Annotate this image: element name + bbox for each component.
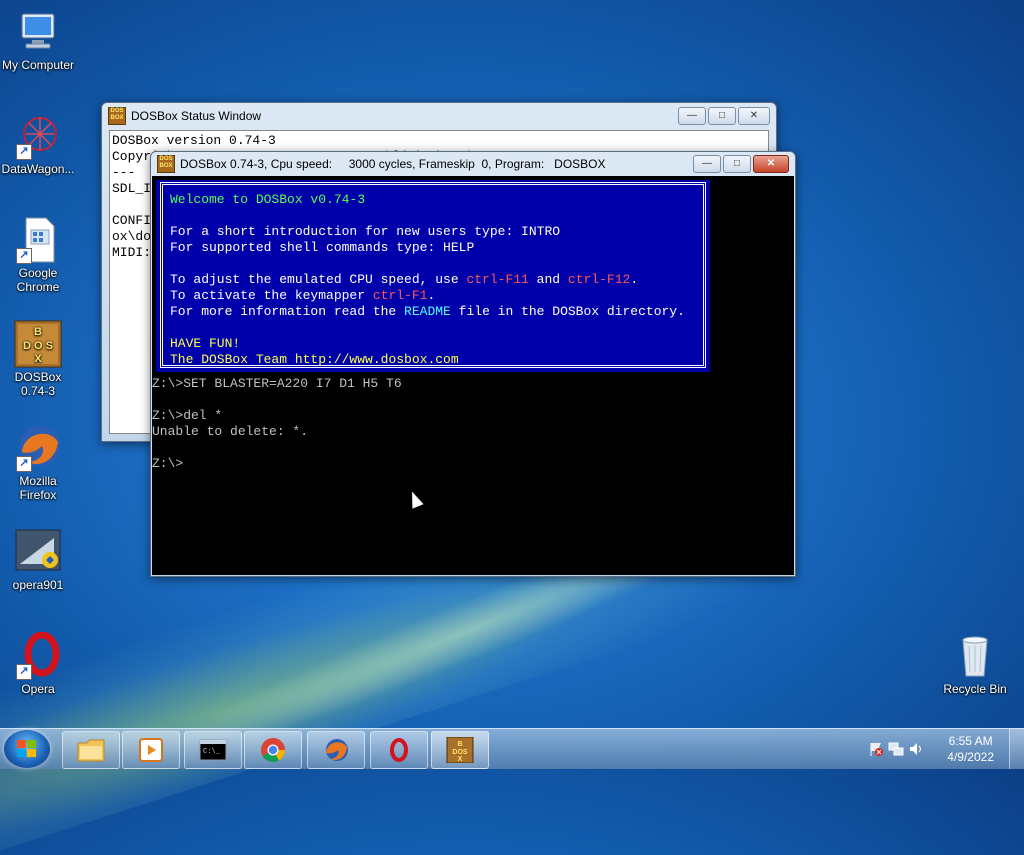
taskbar-explorer-button[interactable] bbox=[62, 731, 120, 769]
taskbar-opera-button[interactable] bbox=[370, 731, 428, 769]
window-title: DOSBox Status Window bbox=[131, 109, 262, 123]
taskbar-dosbox-button[interactable]: B DOS X bbox=[431, 731, 489, 769]
desktop-icon-label: Google Chrome bbox=[16, 266, 60, 294]
minimize-button[interactable]: — bbox=[678, 107, 706, 125]
maximize-button[interactable]: □ bbox=[708, 107, 736, 125]
desktop-icon-label: My Computer bbox=[1, 58, 75, 72]
svg-text:DOS: DOS bbox=[452, 749, 468, 756]
volume-icon[interactable] bbox=[908, 741, 924, 757]
svg-text:C:\_: C:\_ bbox=[203, 748, 221, 756]
desktop-icon-label: Mozilla Firefox bbox=[19, 474, 57, 502]
maximize-button[interactable]: □ bbox=[723, 154, 751, 173]
taskbar: C:\_ B DOS X 6:55 AM 4/9/2022 bbox=[0, 728, 1024, 769]
opera-icon: ↗ bbox=[14, 631, 62, 680]
desktop-icon-recycle-bin[interactable]: Recycle Bin bbox=[937, 632, 1013, 696]
shortcut-arrow-icon: ↗ bbox=[16, 664, 32, 680]
document-icon: ↗ bbox=[14, 216, 62, 264]
svg-text:X: X bbox=[458, 756, 463, 763]
shortcut-arrow-icon: ↗ bbox=[16, 144, 32, 160]
desktop-icon-opera901[interactable]: opera901 bbox=[0, 528, 76, 592]
status-window-titlebar[interactable]: DOS BOX DOSBox Status Window — □ ✕ bbox=[102, 103, 776, 129]
desktop-icon-my-computer[interactable]: My Computer bbox=[0, 8, 76, 72]
windows-logo-icon bbox=[17, 740, 37, 758]
datawagon-icon: ↗ bbox=[14, 112, 62, 160]
firefox-icon bbox=[322, 737, 350, 763]
desktop-icon-opera[interactable]: ↗ Opera bbox=[0, 631, 76, 696]
clock[interactable]: 6:55 AM 4/9/2022 bbox=[947, 733, 994, 765]
taskbar-media-player-button[interactable] bbox=[122, 731, 180, 769]
taskbar-chrome-button[interactable] bbox=[244, 731, 302, 769]
taskbar-firefox-button[interactable] bbox=[307, 731, 365, 769]
chrome-icon bbox=[259, 737, 287, 763]
shortcut-arrow-icon: ↗ bbox=[16, 456, 32, 472]
svg-text:B: B bbox=[34, 326, 42, 338]
clock-date: 4/9/2022 bbox=[947, 750, 994, 764]
banner-text: Welcome to DOSBox v0.74-3 For a short in… bbox=[170, 192, 685, 367]
shortcut-arrow-icon: ↗ bbox=[16, 248, 32, 264]
console-output: Z:\>SET BLASTER=A220 I7 D1 H5 T6 Z:\>del… bbox=[152, 376, 402, 471]
installer-icon bbox=[14, 528, 62, 576]
computer-icon bbox=[14, 8, 62, 56]
recycle-bin-icon bbox=[951, 632, 999, 680]
svg-text:X: X bbox=[34, 353, 42, 365]
start-button[interactable] bbox=[4, 730, 50, 768]
desktop-icon-label: opera901 bbox=[12, 578, 64, 592]
dos-screen[interactable]: Welcome to DOSBox v0.74-3 For a short in… bbox=[152, 176, 794, 575]
dosbox-titlebar[interactable]: DOS BOX DOSBox 0.74-3, Cpu speed: 3000 cy… bbox=[151, 152, 795, 175]
dosbox-window[interactable]: DOS BOX DOSBox 0.74-3, Cpu speed: 3000 cy… bbox=[150, 151, 796, 577]
close-button[interactable]: ✕ bbox=[738, 107, 770, 125]
show-desktop-button[interactable] bbox=[1009, 729, 1024, 769]
system-tray: 6:55 AM 4/9/2022 bbox=[854, 729, 1024, 769]
window-title: DOSBox 0.74-3, Cpu speed: 3000 cycles, F… bbox=[180, 156, 606, 171]
desktop-icon-label: Opera bbox=[21, 682, 55, 696]
svg-text:D O S: D O S bbox=[23, 340, 53, 352]
desktop-icon-google-chrome[interactable]: ↗ Google Chrome bbox=[0, 216, 76, 294]
desktop-icon-mozilla-firefox[interactable]: ↗ Mozilla Firefox bbox=[0, 424, 76, 502]
desktop-icon-datawagon[interactable]: ↗ DataWagon... bbox=[0, 112, 76, 176]
taskbar-cmd-button[interactable]: C:\_ bbox=[184, 731, 242, 769]
desktop-icon-label: DOSBox 0.74-3 bbox=[14, 370, 62, 398]
desktop-icon-label: Recycle Bin bbox=[943, 682, 1007, 696]
desktop-icon-label: DataWagon... bbox=[1, 162, 75, 176]
opera-icon bbox=[385, 737, 413, 763]
command-prompt-icon: C:\_ bbox=[199, 737, 227, 763]
welcome-banner: Welcome to DOSBox v0.74-3 For a short in… bbox=[156, 180, 710, 372]
minimize-button[interactable]: — bbox=[693, 154, 721, 173]
dosbox-icon: DOS BOX bbox=[157, 154, 175, 173]
network-icon[interactable] bbox=[888, 741, 904, 757]
dosbox-icon: B DOS X bbox=[446, 736, 474, 764]
action-center-flag-icon[interactable] bbox=[868, 741, 884, 757]
dosbox-icon: B D O SX bbox=[14, 320, 62, 368]
clock-time: 6:55 AM bbox=[948, 734, 993, 748]
media-player-icon bbox=[137, 737, 165, 763]
firefox-icon: ↗ bbox=[14, 424, 62, 472]
folder-icon bbox=[77, 737, 105, 763]
close-button[interactable]: ✕ bbox=[753, 154, 789, 173]
svg-text:B: B bbox=[457, 741, 462, 748]
dosbox-icon: DOS BOX bbox=[108, 107, 126, 125]
desktop-icon-dosbox[interactable]: B D O SX DOSBox 0.74-3 bbox=[0, 320, 76, 398]
